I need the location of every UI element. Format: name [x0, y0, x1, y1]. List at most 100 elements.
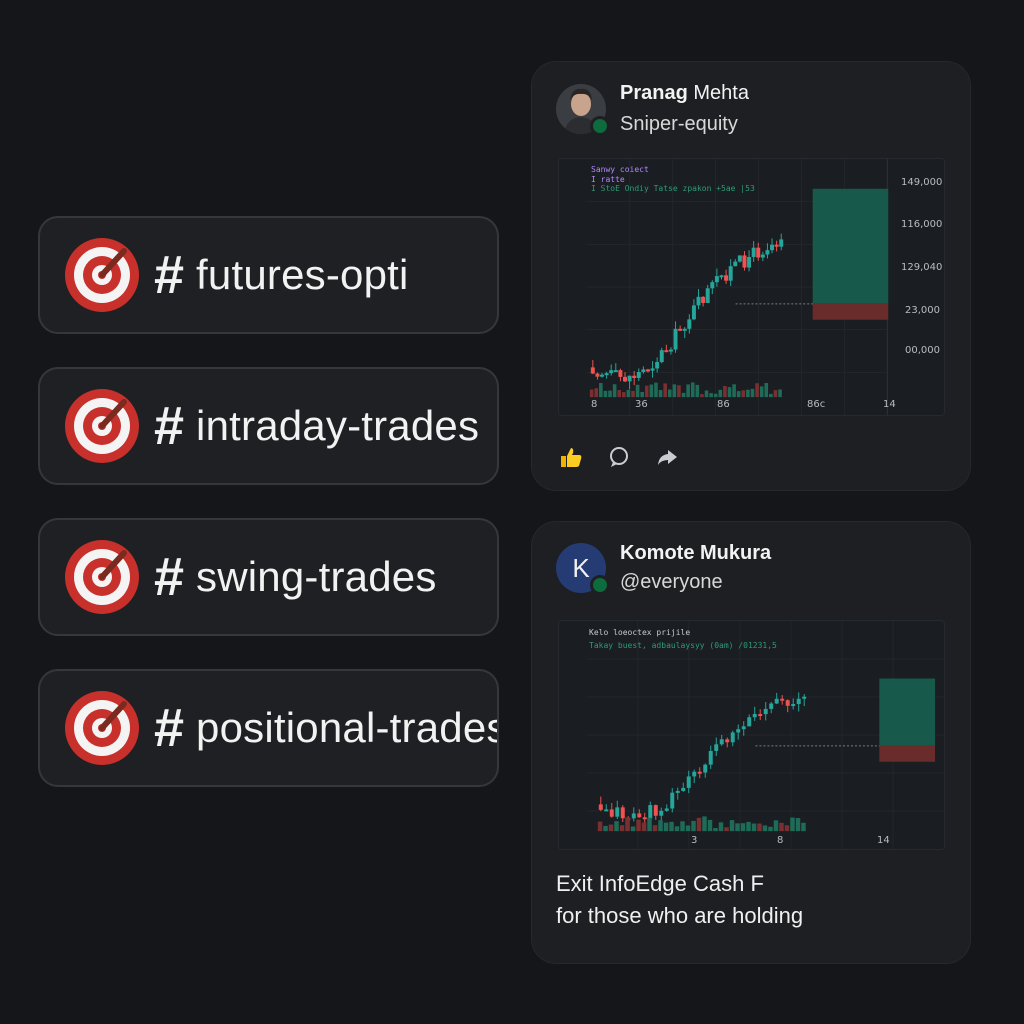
candle-body: [791, 704, 796, 707]
volume-bar: [718, 822, 724, 832]
candle-body: [609, 809, 614, 817]
volume-bar: [779, 822, 784, 832]
candle-body: [631, 813, 636, 819]
volume-bar: [713, 827, 718, 832]
volume-bar: [617, 389, 622, 398]
chart-legend-title: Sanwy coiect: [591, 165, 649, 174]
candle-body: [664, 350, 669, 353]
volume-bar: [622, 392, 626, 398]
volume-bar: [729, 820, 735, 832]
candle-body: [747, 256, 752, 268]
volume-bar: [773, 820, 779, 832]
candle-body: [733, 261, 738, 267]
author-last-name: Mehta: [693, 82, 749, 104]
x-tick-label: 36: [635, 399, 648, 410]
avatar[interactable]: K: [556, 543, 610, 595]
candlestick-chart[interactable]: Kelo loeoctex prijile Takay buest, adbau…: [558, 620, 945, 850]
volume-bar: [663, 822, 669, 832]
volume-bar: [746, 389, 750, 398]
online-status-dot: [590, 575, 610, 595]
candle-body: [736, 729, 741, 733]
candle-body: [697, 771, 702, 774]
mention-everyone[interactable]: @everyone: [620, 571, 771, 594]
volume-bar: [757, 823, 762, 832]
channel-name: swing-trades: [196, 553, 437, 600]
thumbs-up-icon[interactable]: [558, 444, 584, 470]
stoploss-zone: [812, 303, 889, 320]
author-name[interactable]: Komote Mukura: [620, 542, 771, 565]
channel-positional-trades[interactable]: # positional-trades: [38, 669, 499, 787]
channel-name: futures-opti: [196, 251, 409, 298]
post-message: Exit InfoEdge Cash F for those who are h…: [556, 868, 803, 932]
volume-bar: [630, 826, 636, 832]
volume-bar: [614, 821, 619, 832]
chart-legend-title: Kelo loeoctex prijile: [589, 628, 691, 637]
candle-body: [618, 370, 623, 377]
channel-name: intraday-trades: [196, 402, 480, 449]
volume-bar: [702, 816, 707, 832]
candle-body: [655, 362, 660, 369]
candle-body: [636, 372, 641, 378]
channel-intraday-trades[interactable]: # intraday-trades: [38, 367, 499, 485]
author-name[interactable]: Pranag Mehta: [620, 82, 749, 105]
volume-bar: [790, 817, 795, 832]
candle-body: [769, 703, 774, 709]
x-tick-label: 86c: [807, 399, 826, 410]
candle-body: [604, 809, 609, 812]
volume-bar: [663, 383, 667, 398]
chart-legend-line: I StoE Ondiy Tatse zpakon +5ae |53: [591, 184, 755, 193]
post-card: Pranag Mehta Sniper-equity Sanwy coiect …: [532, 62, 970, 490]
candle-body: [598, 804, 603, 810]
candle-body: [623, 376, 627, 382]
volume-bar: [608, 824, 614, 832]
author-role: Sniper-equity: [620, 113, 738, 135]
avatar[interactable]: [556, 84, 610, 136]
candle-body: [641, 369, 646, 373]
comment-icon[interactable]: [606, 444, 632, 470]
channel-hash: #: [154, 396, 185, 456]
volume-bar: [669, 821, 674, 832]
x-tick-label: 8: [591, 399, 598, 410]
candle-body: [785, 700, 790, 706]
online-status-dot: [590, 116, 610, 136]
target-icon: [65, 540, 139, 614]
channel-list: # futures-opti # intraday-trades # swing…: [38, 216, 499, 820]
candle-body: [763, 708, 768, 715]
candle-body: [770, 244, 775, 251]
candle-body: [701, 296, 706, 303]
volume-bar: [658, 390, 663, 398]
post-header: Pranag Mehta Sniper-equity: [556, 82, 749, 136]
channel-futures-opti[interactable]: # futures-opti: [38, 216, 499, 334]
candle-body: [675, 790, 680, 793]
candle-body: [668, 349, 673, 352]
post-actions: [558, 444, 680, 470]
volume-bar: [707, 819, 713, 832]
channel-name: positional-trades: [196, 704, 499, 751]
post-message-line: Exit InfoEdge Cash F: [556, 871, 764, 896]
candle-body: [653, 805, 658, 816]
volume-bar: [801, 822, 806, 832]
volume-bar: [625, 817, 630, 832]
author-first-name: Pranag: [620, 82, 688, 104]
volume-bar: [773, 390, 778, 398]
y-tick-label: 149,000: [901, 177, 943, 188]
candle-body: [590, 367, 595, 374]
share-icon[interactable]: [654, 444, 680, 470]
candle-body: [642, 817, 647, 820]
volume-bar: [680, 821, 685, 832]
candlestick-chart[interactable]: Sanwy coiect I ratte I StoE Ondiy Tatse …: [558, 158, 945, 416]
candle-body: [703, 764, 708, 773]
channel-swing-trades[interactable]: # swing-trades: [38, 518, 499, 636]
candle-body: [802, 696, 807, 699]
chart-canvas: [586, 159, 889, 415]
volume-bar: [644, 385, 649, 398]
chart-legend-line: I ratte: [591, 175, 625, 184]
volume-bar: [718, 389, 723, 398]
volume-bar: [652, 825, 658, 832]
volume-bar: [690, 382, 695, 398]
candle-body: [741, 726, 746, 730]
candle-body: [604, 373, 609, 376]
candle-body: [737, 255, 742, 262]
candle-body: [692, 771, 697, 777]
volume-bar: [727, 387, 732, 398]
